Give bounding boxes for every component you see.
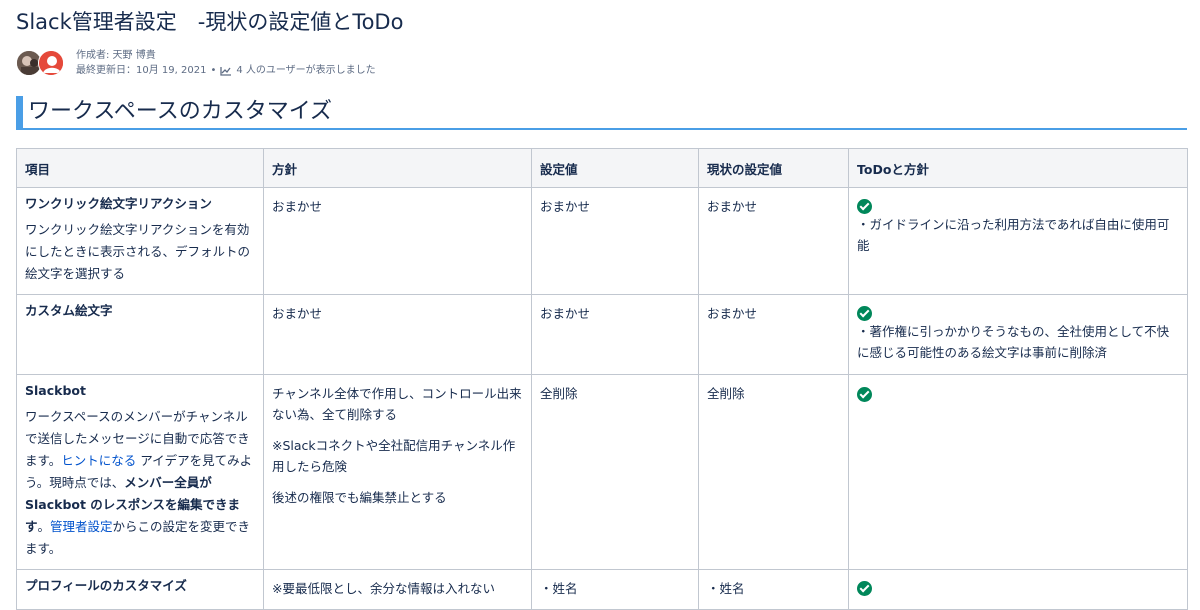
value-cell: おまかせ xyxy=(531,187,699,295)
settings-table: 項目 方針 設定値 現状の設定値 ToDoと方針 ワンクリック絵文字リアクション… xyxy=(16,148,1188,610)
item-cell: カスタム絵文字 xyxy=(16,294,264,375)
current-cell: おまかせ xyxy=(698,294,849,375)
page-meta: 作成者: 天野 博貴 最終更新日：10月 19, 2021 • 4 人のユーザー… xyxy=(76,48,376,78)
policy-text: おまかせ xyxy=(272,306,323,321)
current-text: ・姓名 xyxy=(707,581,745,596)
todo-cell: ・ガイドラインに沿った利用方法であれば自由に使用可能 xyxy=(848,187,1188,295)
value-text: ・姓名 xyxy=(540,581,578,596)
value-cell: おまかせ xyxy=(531,294,699,375)
current-cell: 全削除 xyxy=(698,374,849,570)
table-row: プロフィールのカスタマイズ ※要最低限とし、余分な情報は入れない ・姓名 ・姓名 xyxy=(16,569,1188,610)
hint-link[interactable]: ヒントになる xyxy=(61,453,136,468)
avatar-group[interactable] xyxy=(16,50,68,78)
column-header-item: 項目 xyxy=(16,148,264,188)
item-description: ワークスペースのメンバーがチャンネルで送信したメッセージに自動で応答できます。ヒ… xyxy=(25,406,255,560)
current-text: 全削除 xyxy=(707,386,745,401)
policy-text: おまかせ xyxy=(272,199,323,214)
last-updated-text[interactable]: 最終更新日：10月 19, 2021 xyxy=(76,63,206,78)
current-text: おまかせ xyxy=(707,306,758,321)
policy-cell: おまかせ xyxy=(263,187,532,295)
author-text: 作成者: 天野 博貴 xyxy=(76,50,156,61)
item-title: ワンクリック絵文字リアクション xyxy=(25,196,212,211)
item-title: プロフィールのカスタマイズ xyxy=(25,578,187,593)
user-icon xyxy=(39,51,63,75)
table-row: カスタム絵文字 おまかせ おまかせ おまかせ ・著作権に引っかかりそうなもの、全… xyxy=(16,294,1188,375)
value-text: おまかせ xyxy=(540,199,591,214)
check-icon xyxy=(857,306,872,321)
todo-cell: ・著作権に引っかかりそうなもの、全社使用として不快に感じる可能性のある絵文字は事… xyxy=(848,294,1188,375)
view-count-text[interactable]: 4 人のユーザーが表示しました xyxy=(236,63,375,78)
value-text: おまかせ xyxy=(540,306,591,321)
table-header-row: 項目 方針 設定値 現状の設定値 ToDoと方針 xyxy=(16,148,1188,188)
check-icon xyxy=(857,387,872,402)
section-heading: ワークスペースのカスタマイズ xyxy=(16,96,1187,130)
value-cell: 全削除 xyxy=(531,374,699,570)
policy-line: チャンネル全体で作用し、コントロール出来ない為、全て削除する xyxy=(272,386,522,422)
todo-cell xyxy=(848,569,1188,610)
column-header-policy: 方針 xyxy=(263,148,532,188)
item-cell: ワンクリック絵文字リアクション ワンクリック絵文字リアクションを有効にしたときに… xyxy=(16,187,264,295)
policy-line: 後述の権限でも編集禁止とする xyxy=(272,490,447,505)
check-icon xyxy=(857,199,872,214)
current-text: おまかせ xyxy=(707,199,758,214)
policy-cell: ※要最低限とし、余分な情報は入れない xyxy=(263,569,532,610)
todo-text: ・ガイドラインに沿った利用方法であれば自由に使用可能 xyxy=(857,217,1170,253)
page-title: Slack管理者設定 -現状の設定値とToDo xyxy=(16,10,404,34)
description-text: 。 xyxy=(37,519,51,534)
admin-settings-link[interactable]: 管理者設定 xyxy=(50,519,113,534)
value-cell: ・姓名 xyxy=(531,569,699,610)
table-row: Slackbot ワークスペースのメンバーがチャンネルで送信したメッセージに自動… xyxy=(16,374,1188,570)
section-heading-text: ワークスペースのカスタマイズ xyxy=(28,99,333,124)
avatar[interactable] xyxy=(38,50,64,76)
todo-text: ・著作権に引っかかりそうなもの、全社使用として不快に感じる可能性のある絵文字は事… xyxy=(857,324,1170,360)
column-header-value: 設定値 xyxy=(531,148,699,188)
check-icon xyxy=(857,581,872,596)
separator-dot: • xyxy=(210,65,217,76)
item-cell: Slackbot ワークスペースのメンバーがチャンネルで送信したメッセージに自動… xyxy=(16,374,264,570)
column-header-todo: ToDoと方針 xyxy=(848,148,1188,188)
analytics-chart-icon xyxy=(220,66,232,76)
policy-text: ※要最低限とし、余分な情報は入れない xyxy=(272,581,495,596)
todo-cell xyxy=(848,374,1188,570)
value-text: 全削除 xyxy=(540,386,578,401)
policy-cell: おまかせ xyxy=(263,294,532,375)
heading-accent xyxy=(16,96,23,128)
policy-line: ※Slackコネクトや全社配信用チャンネル作用したら危険 xyxy=(272,438,516,474)
policy-cell: チャンネル全体で作用し、コントロール出来ない為、全て削除する ※Slackコネク… xyxy=(263,374,532,570)
item-title: カスタム絵文字 xyxy=(25,303,113,318)
item-title: Slackbot xyxy=(25,383,86,398)
policy-text: チャンネル全体で作用し、コントロール出来ない為、全て削除する ※Slackコネク… xyxy=(272,383,523,508)
column-header-current: 現状の設定値 xyxy=(698,148,849,188)
item-cell: プロフィールのカスタマイズ xyxy=(16,569,264,610)
current-cell: ・姓名 xyxy=(698,569,849,610)
current-cell: おまかせ xyxy=(698,187,849,295)
table-row: ワンクリック絵文字リアクション ワンクリック絵文字リアクションを有効にしたときに… xyxy=(16,187,1188,295)
item-description: ワンクリック絵文字リアクションを有効にしたときに表示される、デフォルトの絵文字を… xyxy=(25,222,251,281)
